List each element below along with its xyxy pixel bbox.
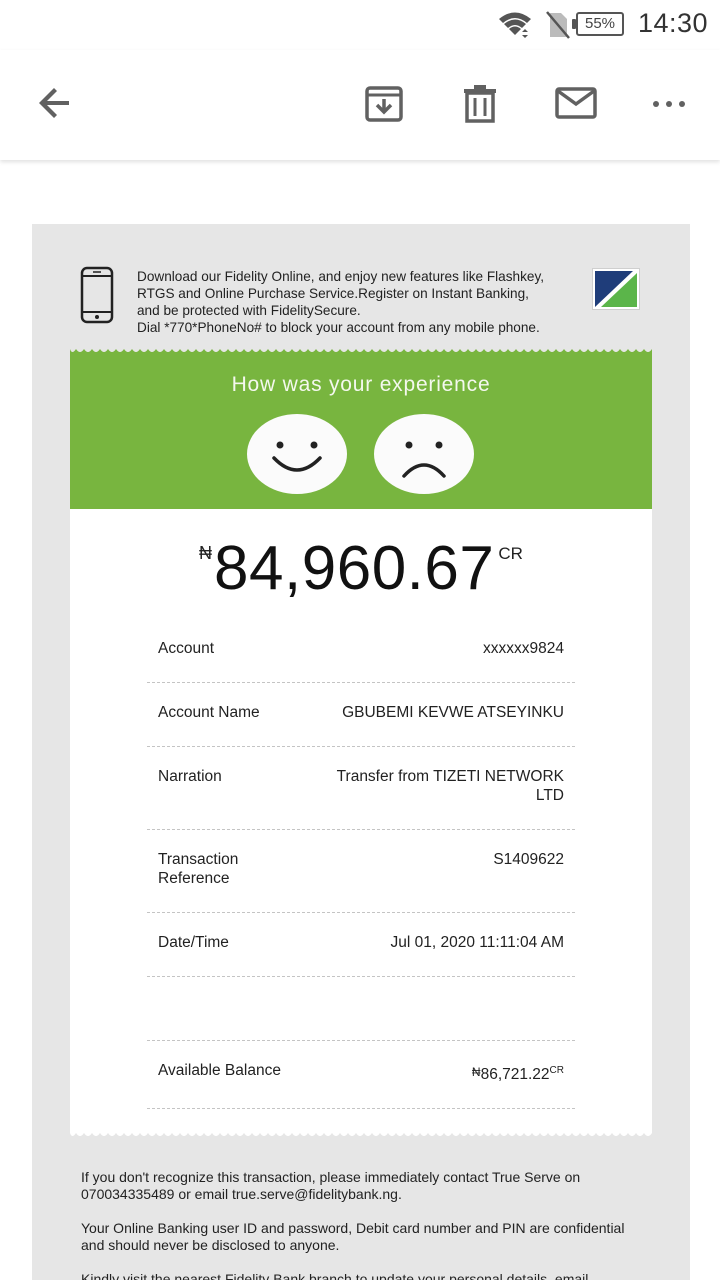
more-options-button[interactable] [644, 80, 694, 130]
mark-unread-button[interactable] [551, 80, 601, 130]
detail-row: Transaction Reference S1409622 [147, 830, 575, 913]
promo-line: Dial *770*PhoneNo# to block your account… [137, 320, 540, 335]
more-vert-icon [652, 96, 686, 114]
promo-banner: Download our Fidelity Online, and enjoy … [70, 262, 652, 342]
detail-value: Jul 01, 2020 11:11:04 AM [390, 934, 565, 951]
empty-detail-row [147, 977, 575, 1041]
footer-paragraph: If you don't recognize this transaction,… [81, 1169, 581, 1202]
transaction-receipt: ₦84,960.67 CR Account xxxxxx9824 Account … [70, 509, 652, 1136]
promo-line: RTGS and Online Purchase Service.Registe… [137, 286, 529, 301]
detail-row: Date/Time Jul 01, 2020 11:11:04 AM [147, 913, 575, 977]
amount-display: ₦84,960.67 CR [70, 533, 652, 604]
footer-paragraph: Kindly visit the nearest Fidelity Bank b… [81, 1271, 589, 1280]
balance-amount: 86,721.22 [480, 1066, 550, 1084]
detail-label: Transaction Reference [158, 851, 239, 887]
detail-row: Narration Transfer from TIZETI NETWORK L… [147, 747, 575, 830]
smiley-icon [272, 441, 322, 472]
zigzag-edge [70, 347, 652, 352]
clock: 14:30 [638, 8, 709, 38]
available-balance-value: ₦86,721.22CR [324, 1061, 564, 1084]
email-body: Download our Fidelity Online, and enjoy … [32, 224, 690, 1280]
detail-label: Account [158, 640, 215, 657]
detail-row: Available Balance ₦86,721.22CR [147, 1041, 575, 1109]
mail-icon [555, 86, 597, 124]
detail-label: Account Name [158, 704, 260, 721]
delete-button[interactable] [455, 80, 505, 130]
arrow-back-icon [37, 85, 73, 126]
detail-label: Date/Time [158, 934, 229, 951]
detail-label: Narration [158, 768, 222, 785]
happy-face-button[interactable] [247, 414, 347, 494]
zigzag-edge [70, 1129, 652, 1136]
archive-button[interactable] [359, 80, 409, 130]
feedback-banner: How was your experience [70, 347, 652, 509]
wifi-icon [498, 10, 532, 45]
frown-icon [402, 441, 446, 478]
promo-line: and be protected with FidelitySecure. [137, 303, 361, 318]
status-bar: 55% 14:30 [0, 0, 720, 50]
currency-symbol: ₦ [199, 543, 213, 563]
back-button[interactable] [30, 80, 80, 130]
transaction-type: CR [498, 544, 523, 563]
feedback-title: How was your experience [231, 373, 491, 396]
detail-label: Available Balance [158, 1062, 281, 1079]
footer-paragraph: Your Online Banking user ID and password… [81, 1220, 625, 1253]
detail-value: Transfer from TIZETI NETWORK LTD [336, 768, 564, 804]
fidelity-logo [592, 268, 640, 310]
balance-type: CR [549, 1065, 564, 1076]
detail-row: Account Name GBUBEMI KEVWE ATSEYINKU [147, 683, 575, 747]
email-footer: If you don't recognize this transaction,… [81, 1169, 651, 1280]
balance-currency: ₦ [471, 1065, 481, 1080]
detail-value: xxxxxx9824 [483, 640, 564, 657]
transaction-amount: 84,960.67 [214, 534, 495, 603]
mobile-phone-icon [80, 266, 114, 329]
sad-face-button[interactable] [374, 414, 474, 494]
detail-value: GBUBEMI KEVWE ATSEYINKU [342, 704, 564, 721]
trash-icon [462, 83, 498, 128]
no-sim-icon [544, 10, 572, 45]
detail-value: S1409622 [493, 851, 564, 868]
promo-line: Download our Fidelity Online, and enjoy … [137, 269, 545, 284]
battery-indicator: 55% [576, 12, 624, 36]
transaction-details: Account xxxxxx9824 Account Name GBUBEMI … [147, 619, 575, 1109]
archive-icon [364, 83, 404, 128]
detail-row: Account xxxxxx9824 [147, 619, 575, 683]
email-toolbar [0, 50, 720, 160]
promo-text: Download our Fidelity Online, and enjoy … [137, 268, 577, 336]
